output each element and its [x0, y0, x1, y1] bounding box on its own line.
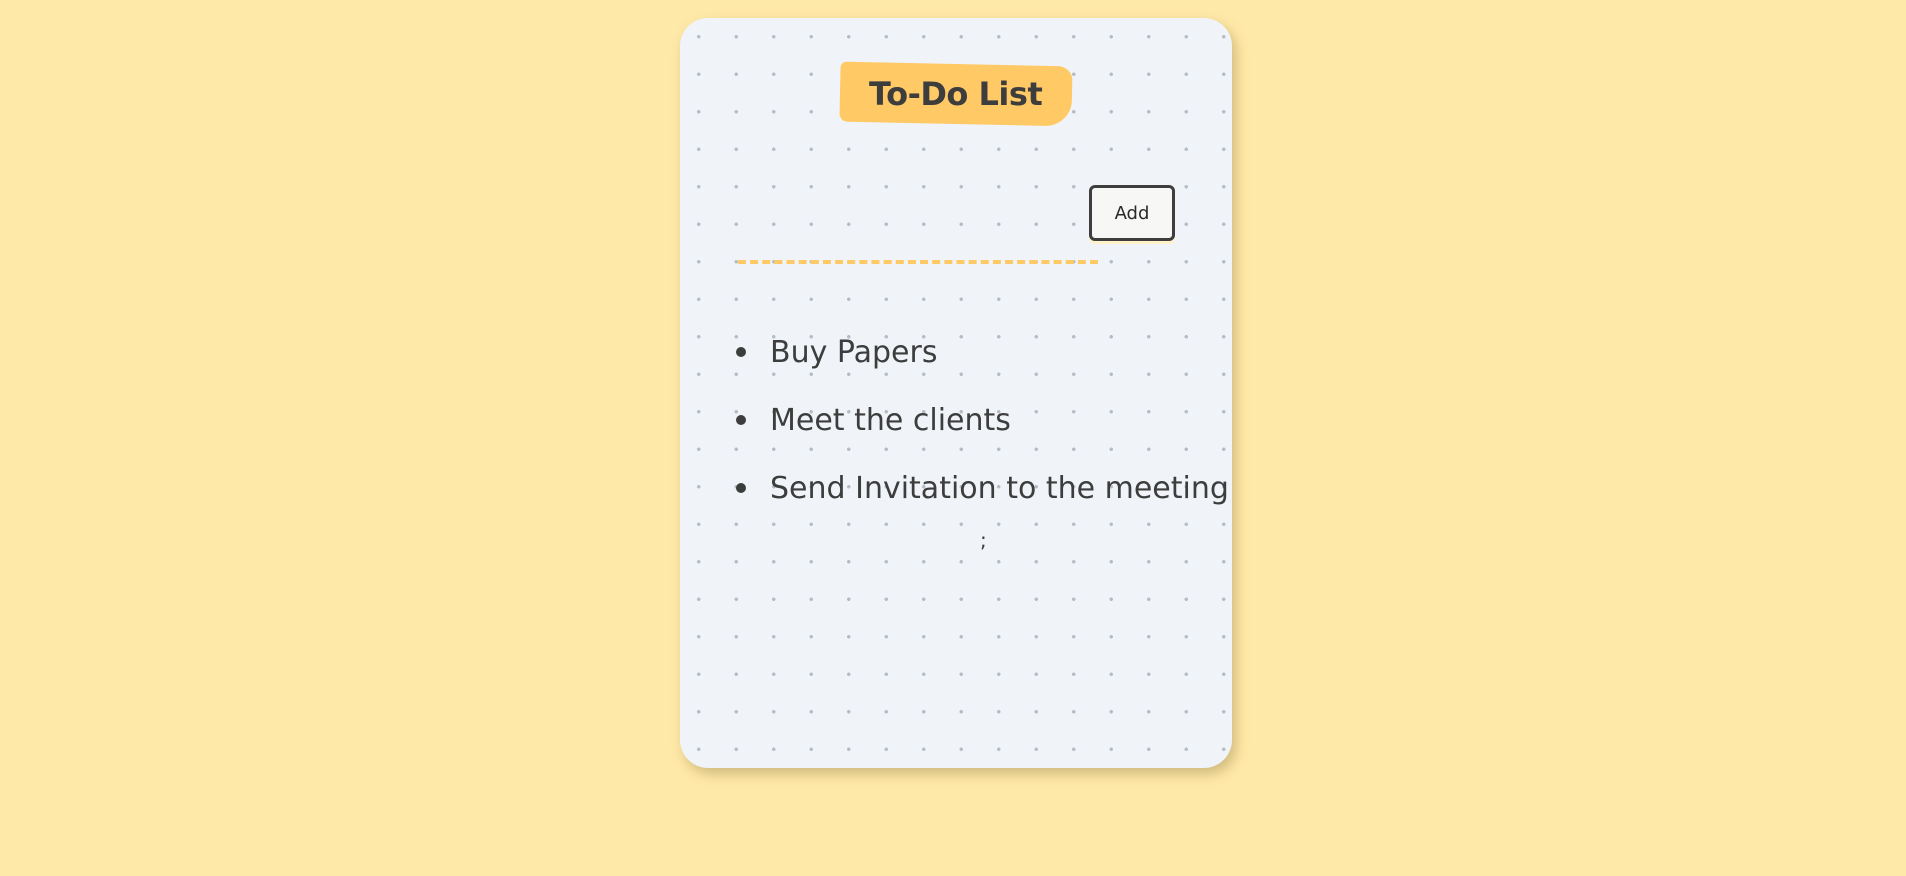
- task-label: Send Invitation to the meeting: [770, 470, 1229, 506]
- stray-text: ;: [980, 528, 987, 552]
- task-label: Meet the clients: [770, 402, 1011, 438]
- title-tag: To-Do List: [839, 61, 1073, 127]
- task-list: Buy Papers Meet the clients Send Invitat…: [730, 318, 1229, 522]
- task-item[interactable]: Send Invitation to the meeting: [730, 454, 1229, 522]
- page-title: To-Do List: [869, 74, 1043, 113]
- task-item[interactable]: Buy Papers: [730, 318, 1229, 386]
- add-button[interactable]: Add: [1089, 185, 1175, 241]
- todo-card: To-Do List Add Buy Papers Meet the clien…: [680, 18, 1232, 768]
- bullet-icon: [736, 415, 746, 425]
- bullet-icon: [736, 347, 746, 357]
- bullet-icon: [736, 483, 746, 493]
- task-input[interactable]: [738, 230, 1098, 264]
- task-item[interactable]: Meet the clients: [730, 386, 1229, 454]
- task-label: Buy Papers: [770, 334, 938, 370]
